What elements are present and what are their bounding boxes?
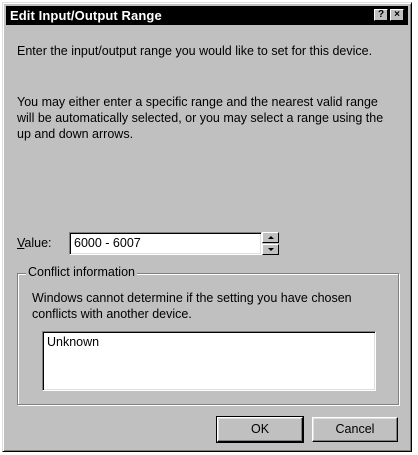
instruction-text-1: Enter the input/output range you would l…: [17, 44, 373, 58]
edit-io-range-dialog: Edit Input/Output Range ? × Enter the in…: [2, 2, 412, 452]
close-button[interactable]: ×: [390, 9, 404, 21]
arrow-up-icon: [267, 236, 274, 239]
conflict-result-box: Unknown: [42, 331, 376, 391]
conflict-description: Windows cannot determine if the setting …: [32, 291, 352, 321]
arrow-down-icon: [267, 248, 274, 251]
conflict-info-group: Conflict information Windows cannot dete…: [17, 265, 399, 405]
title-bar[interactable]: Edit Input/Output Range ? ×: [6, 6, 408, 25]
window-title: Edit Input/Output Range: [10, 8, 162, 23]
value-input[interactable]: 6000 - 6007: [69, 232, 262, 255]
spin-down-button[interactable]: [262, 244, 279, 255]
value-label: Value:: [17, 236, 52, 250]
help-button[interactable]: ?: [374, 9, 388, 21]
instruction-text-2: You may either enter a specific range an…: [17, 95, 384, 141]
value-label-rest: alue:: [24, 236, 52, 250]
conflict-group-label: Conflict information: [26, 265, 137, 279]
spin-up-button[interactable]: [262, 232, 279, 243]
ok-button[interactable]: OK: [216, 416, 304, 443]
value-spinner: [262, 232, 279, 255]
cancel-button[interactable]: Cancel: [312, 417, 398, 442]
